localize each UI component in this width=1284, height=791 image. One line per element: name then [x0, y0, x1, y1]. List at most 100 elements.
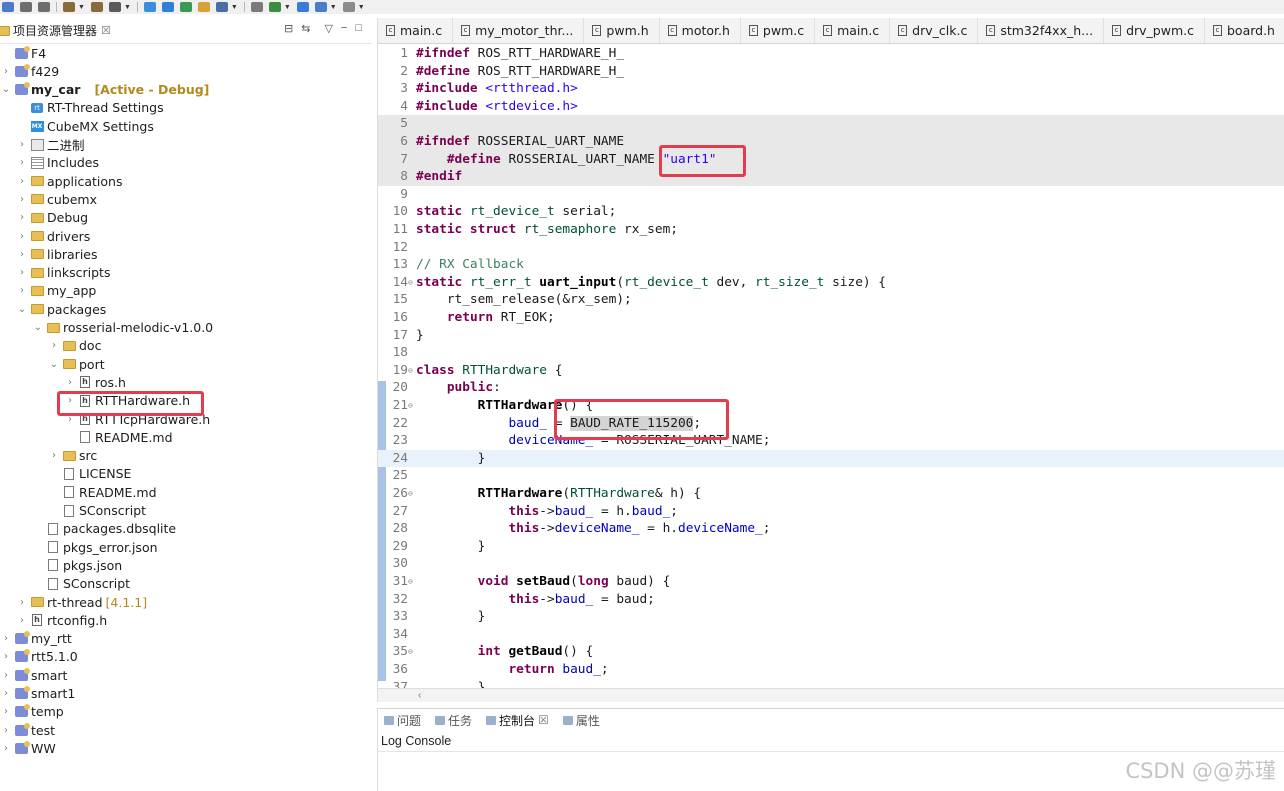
tools-dropdown-icon[interactable]: ▼	[124, 4, 131, 11]
code-line[interactable]: 35 ⊖ int getBaud() {	[378, 643, 1284, 661]
new-icon[interactable]	[2, 2, 14, 12]
expand-arrow-icon[interactable]: ›	[16, 597, 28, 608]
editor-tab[interactable]: c drv_clk.c	[890, 18, 979, 43]
fold-toggle-icon[interactable]: ⊖	[408, 362, 413, 380]
tree-item[interactable]: › my_app	[0, 282, 96, 300]
code-line[interactable]: 7 #define ROSSERIAL_UART_NAME "uart1"	[378, 150, 1284, 169]
tree-item[interactable]: › src	[0, 447, 97, 465]
code-line[interactable]: 24 }	[378, 449, 1284, 468]
code-line[interactable]: 16 return RT_EOK;	[378, 309, 1284, 327]
tree-item[interactable]: › smart	[0, 666, 67, 684]
build-dropdown-icon[interactable]: ▼	[78, 4, 85, 11]
link-editor-icon[interactable]: ⇆	[301, 22, 310, 35]
code-line[interactable]: 11 static struct rt_semaphore rx_sem;	[378, 221, 1284, 239]
code-line[interactable]: 2 #define ROS_RTT_HARDWARE_H_	[378, 63, 1284, 81]
editor-tab[interactable]: c stm32f4xx_h...	[978, 18, 1105, 43]
search-dropdown-icon[interactable]: ▼	[231, 4, 238, 11]
console-tab[interactable]: 属性	[562, 712, 600, 729]
collapse-arrow-icon[interactable]: ⌄	[32, 322, 44, 333]
code-line[interactable]: 13 // RX Callback	[378, 256, 1284, 274]
tree-item[interactable]: › h RTTTcpHardware.h	[0, 410, 210, 428]
back-icon[interactable]	[314, 2, 327, 12]
expand-arrow-icon[interactable]: ›	[16, 249, 28, 260]
fold-toggle-icon[interactable]: ⊖	[408, 643, 413, 661]
code-line[interactable]: 9	[378, 186, 1284, 204]
code-line[interactable]: 20 public:	[378, 379, 1284, 397]
tree-item[interactable]: LICENSE	[0, 465, 131, 483]
collapse-arrow-icon[interactable]: ⌄	[0, 84, 12, 95]
expand-arrow-icon[interactable]: ›	[0, 633, 12, 644]
code-line[interactable]: 34	[378, 626, 1284, 644]
tree-item[interactable]: › smart1	[0, 685, 75, 703]
build-icon[interactable]	[63, 2, 75, 12]
fold-toggle-icon[interactable]: ⊖	[408, 274, 413, 292]
tree-item[interactable]: README.md	[0, 428, 173, 446]
tree-item[interactable]: › doc	[0, 337, 101, 355]
code-line[interactable]: 21 ⊖ RTTHardware() {	[378, 397, 1284, 415]
fold-toggle-icon[interactable]: ⊖	[408, 573, 413, 591]
code-line[interactable]: 31 ⊖ void setBaud(long baud) {	[378, 573, 1284, 591]
search-icon[interactable]	[215, 2, 228, 12]
code-line[interactable]: 26 ⊖ RTTHardware(RTTHardware& h) {	[378, 485, 1284, 503]
tree-item[interactable]: › test	[0, 721, 55, 739]
console-tab[interactable]: 控制台 ☒	[486, 712, 549, 729]
tree-item[interactable]: SConscript	[0, 502, 146, 520]
tree-item[interactable]: ⌄ packages	[0, 300, 107, 318]
code-line[interactable]: 8 #endif	[378, 168, 1284, 186]
code-line[interactable]: 27 this->baud_ = h.baud_;	[378, 503, 1284, 521]
tree-item[interactable]: › temp	[0, 703, 64, 721]
layers-icon[interactable]	[250, 2, 263, 12]
code-line[interactable]: 23 deviceName_ = ROSSERIAL_UART_NAME;	[378, 432, 1284, 450]
download-icon[interactable]	[268, 2, 281, 12]
tree-item[interactable]: ⌄ rosserial-melodic-v1.0.0	[0, 319, 213, 337]
editor-tab[interactable]: c motor.h	[660, 18, 741, 43]
editor-tab[interactable]: c pwm.c	[741, 18, 816, 43]
chip-icon[interactable]	[161, 2, 174, 12]
expand-arrow-icon[interactable]: ›	[16, 212, 28, 223]
debug-icon[interactable]	[179, 2, 192, 12]
expand-arrow-icon[interactable]: ›	[16, 176, 28, 187]
code-line[interactable]: 15 rt_sem_release(&rx_sem);	[378, 291, 1284, 309]
tree-item[interactable]: ⌄ port	[0, 355, 105, 373]
code-line[interactable]: 12	[378, 239, 1284, 257]
editor-tab[interactable]: c board.h	[1205, 18, 1284, 43]
expand-arrow-icon[interactable]: ›	[48, 340, 60, 351]
expand-arrow-icon[interactable]: ›	[0, 651, 12, 662]
tree-item[interactable]: MX CubeMX Settings	[0, 117, 154, 135]
expand-arrow-icon[interactable]: ›	[16, 231, 28, 242]
code-line[interactable]: 28 this->deviceName_ = h.deviceName_;	[378, 520, 1284, 538]
tree-item[interactable]: › 二进制	[0, 136, 85, 154]
expand-arrow-icon[interactable]: ›	[16, 267, 28, 278]
tree-item[interactable]: packages.dbsqlite	[0, 520, 176, 538]
code-line[interactable]: 29 }	[378, 538, 1284, 556]
open-folder-icon[interactable]	[197, 2, 210, 12]
editor-tab[interactable]: c main.c	[378, 18, 454, 43]
close-icon[interactable]: ☒	[538, 713, 549, 727]
code-line[interactable]: 32 this->baud_ = baud;	[378, 591, 1284, 609]
forward-dropdown-icon[interactable]: ▼	[358, 4, 365, 11]
code-line[interactable]: 5	[378, 115, 1284, 133]
minimize-icon[interactable]: −	[341, 22, 347, 35]
view-menu-icon[interactable]: ▽	[324, 22, 332, 35]
expand-arrow-icon[interactable]: ›	[64, 395, 76, 406]
code-line[interactable]: 3 #include <rtthread.h>	[378, 80, 1284, 98]
code-line[interactable]: 14 ⊖ static rt_err_t uart_input(rt_device_…	[378, 274, 1284, 292]
code-line[interactable]: 4 #include <rtdevice.h>	[378, 98, 1284, 116]
expand-arrow-icon[interactable]: ›	[0, 66, 12, 77]
fold-toggle-icon[interactable]: ⊖	[408, 485, 413, 503]
code-line[interactable]: 6 #ifndef ROSSERIAL_UART_NAME	[378, 133, 1284, 151]
scroll-left-icon[interactable]: ‹	[418, 690, 421, 701]
forward-icon[interactable]	[342, 2, 355, 12]
code-line[interactable]: 33 }	[378, 608, 1284, 626]
save-all-icon[interactable]	[38, 2, 50, 12]
expand-arrow-icon[interactable]: ›	[16, 194, 28, 205]
stack-icon[interactable]	[296, 2, 309, 12]
expand-arrow-icon[interactable]: ›	[16, 139, 28, 150]
editor-tab[interactable]: c drv_pwm.c	[1104, 18, 1205, 43]
tree-item[interactable]: rt RT-Thread Settings	[0, 99, 164, 117]
expand-arrow-icon[interactable]: ›	[0, 688, 12, 699]
code-line[interactable]: 30	[378, 555, 1284, 573]
code-line[interactable]: 19 ⊖ class RTTHardware {	[378, 362, 1284, 380]
tree-item[interactable]: › libraries	[0, 245, 98, 263]
expand-arrow-icon[interactable]: ›	[0, 725, 12, 736]
